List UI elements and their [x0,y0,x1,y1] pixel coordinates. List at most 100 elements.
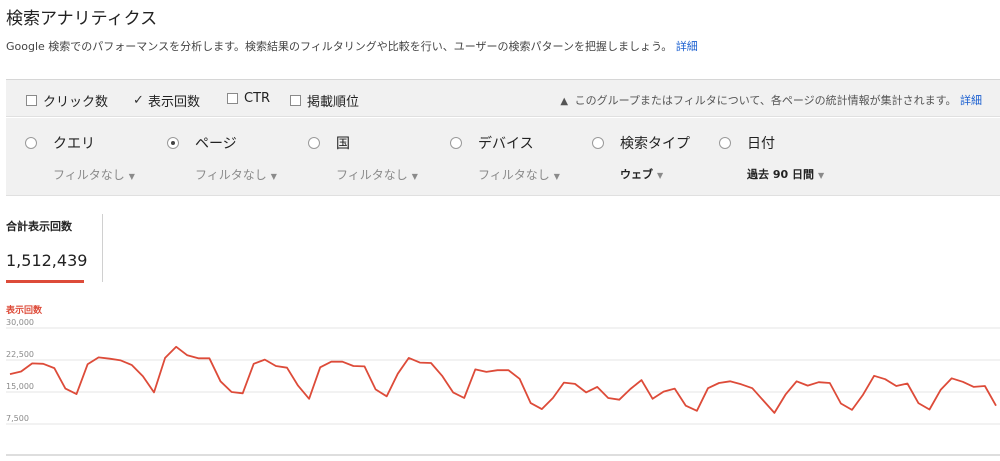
data-point[interactable] [894,384,898,388]
data-point[interactable] [86,362,90,366]
data-point[interactable] [651,397,655,401]
data-point[interactable] [407,356,411,360]
data-point[interactable] [418,361,422,365]
data-point[interactable] [363,364,367,368]
data-point[interactable] [673,387,677,391]
data-point[interactable] [573,382,577,386]
data-point[interactable] [662,390,666,394]
metric-position-checkbox[interactable]: 掲載順位 [290,91,359,110]
data-point[interactable] [141,374,145,378]
data-point[interactable] [185,353,189,357]
data-point[interactable] [130,363,134,367]
data-point[interactable] [8,372,12,376]
data-point[interactable] [817,380,821,384]
data-point[interactable] [30,361,34,365]
data-point[interactable] [207,356,211,360]
dimension-search-type-filter[interactable]: ウェブ ▼ [620,166,690,182]
data-point[interactable] [119,358,123,362]
dimension-device[interactable]: デバイス フィルタなし ▼ [450,133,560,183]
data-point[interactable] [584,390,588,394]
radio-icon[interactable] [719,137,731,149]
data-point[interactable] [839,402,843,406]
data-point[interactable] [617,398,621,402]
data-point[interactable] [828,381,832,385]
data-point[interactable] [174,345,178,349]
dimension-page-filter[interactable]: フィルタなし ▼ [195,166,277,183]
data-point[interactable] [640,378,644,382]
learn-more-link[interactable]: 詳細 [676,40,698,53]
data-point[interactable] [252,362,256,366]
data-point[interactable] [695,409,699,413]
data-point[interactable] [916,401,920,405]
checkmark-icon[interactable]: ✓ [133,93,144,108]
data-point[interactable] [551,396,555,400]
checkbox-icon[interactable] [227,93,238,104]
data-point[interactable] [52,366,56,370]
data-point[interactable] [518,377,522,381]
radio-selected-icon[interactable] [167,137,179,149]
data-point[interactable] [241,391,245,395]
data-point[interactable] [961,380,965,384]
data-point[interactable] [451,390,455,394]
radio-icon[interactable] [592,137,604,149]
data-point[interactable] [329,360,333,364]
data-point[interactable] [318,365,322,369]
dimension-search-type[interactable]: 検索タイプ ウェブ ▼ [592,133,690,182]
data-point[interactable] [285,366,289,370]
data-point[interactable] [274,364,278,368]
data-point[interactable] [728,379,732,383]
data-point[interactable] [440,374,444,378]
data-point[interactable] [263,358,267,362]
data-point[interactable] [684,404,688,408]
dimension-date-filter[interactable]: 過去 90 日間 ▼ [747,166,824,182]
data-point[interactable] [374,387,378,391]
data-point[interactable] [972,385,976,389]
data-point[interactable] [872,374,876,378]
data-point[interactable] [75,392,79,396]
data-point[interactable] [950,376,954,380]
data-point[interactable] [540,407,544,411]
data-point[interactable] [307,397,311,401]
data-point[interactable] [606,396,610,400]
metric-ctr-checkbox[interactable]: CTR [227,91,270,106]
data-point[interactable] [994,404,998,408]
dimension-query-filter[interactable]: フィルタなし ▼ [53,166,135,183]
dimension-country[interactable]: 国 フィルタなし ▼ [308,133,418,183]
radio-icon[interactable] [308,137,320,149]
data-point[interactable] [628,387,632,391]
data-point[interactable] [905,382,909,386]
data-point[interactable] [429,361,433,365]
radio-icon[interactable] [450,137,462,149]
metric-clicks-checkbox[interactable]: クリック数 [26,91,108,110]
data-point[interactable] [529,401,533,405]
data-point[interactable] [706,386,710,390]
data-point[interactable] [507,368,511,372]
radio-icon[interactable] [25,137,37,149]
checkbox-icon[interactable] [26,95,37,106]
data-point[interactable] [761,399,765,403]
data-point[interactable] [196,356,200,360]
data-point[interactable] [717,381,721,385]
data-point[interactable] [351,364,355,368]
dimension-country-filter[interactable]: フィルタなし ▼ [336,166,418,183]
data-point[interactable] [396,372,400,376]
dimension-query[interactable]: クエリ フィルタなし ▼ [25,133,135,183]
data-point[interactable] [230,390,234,394]
dimension-page[interactable]: ページ フィルタなし ▼ [167,133,277,183]
data-point[interactable] [484,370,488,374]
data-point[interactable] [850,408,854,412]
data-point[interactable] [772,411,776,415]
data-point[interactable] [883,377,887,381]
data-point[interactable] [296,384,300,388]
data-point[interactable] [595,385,599,389]
data-point[interactable] [97,355,101,359]
data-point[interactable] [152,390,156,394]
data-point[interactable] [163,356,167,360]
data-point[interactable] [795,379,799,383]
data-point[interactable] [462,396,466,400]
data-point[interactable] [496,368,500,372]
data-point[interactable] [928,408,932,412]
data-point[interactable] [63,387,67,391]
data-point[interactable] [983,384,987,388]
data-point[interactable] [562,381,566,385]
